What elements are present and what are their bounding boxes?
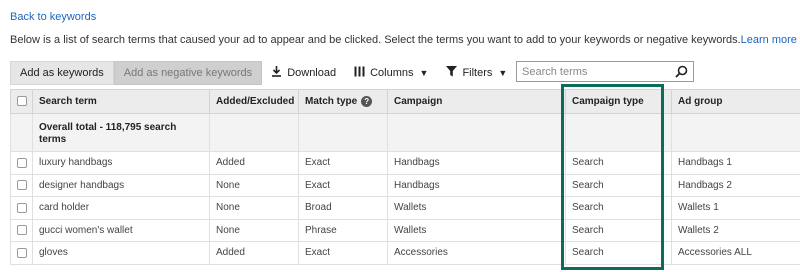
campaign-type-cell: Search — [565, 241, 672, 265]
status-cell: None — [209, 196, 299, 220]
header-match-type[interactable]: Match type? — [298, 89, 388, 114]
header-ad-group[interactable]: Ad group — [671, 89, 800, 114]
description-text: Below is a list of search terms that cau… — [10, 34, 741, 46]
add-as-negative-keywords-button[interactable]: Add as negative keywords — [113, 61, 263, 85]
page-description: Below is a list of search terms that cau… — [10, 34, 797, 46]
match-type-cell: Exact — [298, 241, 388, 265]
status-cell: Added — [209, 151, 299, 175]
campaign-type-cell: Search — [565, 173, 672, 197]
status-cell: Added — [209, 241, 299, 265]
table-header-row: Search term Added/Excluded Match type? C… — [10, 89, 800, 114]
back-to-keywords-link[interactable]: Back to keywords — [10, 11, 96, 23]
row-select-cell — [10, 151, 33, 175]
row-select-cell — [10, 196, 33, 220]
search-term-cell: gucci women's wallet — [32, 218, 210, 242]
filters-button[interactable]: Filters ▼ — [437, 61, 516, 85]
ad-group-cell: Accessories ALL — [671, 241, 800, 265]
ad-group-cell: Handbags 2 — [671, 173, 800, 197]
total-empty-cell — [10, 113, 33, 152]
filter-icon — [446, 66, 458, 80]
search-icon[interactable] — [675, 65, 688, 78]
ad-group-cell: Handbags 1 — [671, 151, 800, 175]
campaign-cell: Accessories — [387, 241, 566, 265]
search-term-cell: luxury handbags — [32, 151, 210, 175]
row-checkbox[interactable] — [17, 157, 27, 168]
match-type-cell: Exact — [298, 173, 388, 197]
campaign-cell: Wallets — [387, 218, 566, 242]
campaign-type-cell: Search — [565, 151, 672, 175]
row-checkbox[interactable] — [17, 247, 27, 258]
columns-button[interactable]: Columns ▼ — [345, 61, 437, 85]
campaign-type-cell: Search — [565, 196, 672, 220]
search-term-cell: gloves — [32, 241, 210, 265]
header-campaign[interactable]: Campaign — [387, 89, 566, 114]
header-added-excluded[interactable]: Added/Excluded — [209, 89, 299, 114]
row-checkbox[interactable] — [17, 225, 27, 236]
ad-group-cell: Wallets 1 — [671, 196, 800, 220]
row-select-cell — [10, 218, 33, 242]
header-search-term[interactable]: Search term — [32, 89, 210, 114]
status-cell: None — [209, 218, 299, 242]
row-select-cell — [10, 173, 33, 197]
match-type-cell: Phrase — [298, 218, 388, 242]
campaign-type-cell: Search — [565, 218, 672, 242]
download-button[interactable]: Download — [262, 61, 345, 85]
table-row: gucci women's wallet None Phrase Wallets… — [10, 218, 800, 242]
overall-total-row: Overall total - 118,795 search terms — [10, 113, 800, 152]
match-type-cell: Exact — [298, 151, 388, 175]
row-checkbox[interactable] — [17, 180, 27, 191]
table-row: gloves Added Exact Accessories Search Ac… — [10, 241, 800, 265]
add-as-keywords-button[interactable]: Add as keywords — [10, 61, 114, 85]
match-type-cell: Broad — [298, 196, 388, 220]
row-checkbox[interactable] — [17, 202, 27, 213]
filters-label: Filters — [462, 67, 493, 79]
search-terms-box — [516, 61, 694, 82]
search-term-cell: designer handbags — [32, 173, 210, 197]
table-row: designer handbags None Exact Handbags Se… — [10, 173, 800, 197]
table-row: luxury handbags Added Exact Handbags Sea… — [10, 151, 800, 175]
chevron-down-icon: ▼ — [498, 68, 508, 78]
select-all-cell — [10, 89, 33, 114]
learn-more-link[interactable]: Learn more — [741, 34, 797, 46]
search-terms-input[interactable] — [522, 65, 672, 78]
match-type-label: Match type — [305, 96, 358, 108]
chevron-down-icon: ▼ — [419, 68, 429, 78]
overall-total-label: Overall total - 118,795 search terms — [32, 113, 210, 152]
download-label: Download — [287, 67, 337, 79]
toolbar: Add as keywords Add as negative keywords… — [10, 60, 800, 86]
row-select-cell — [10, 241, 33, 265]
header-campaign-type[interactable]: Campaign type — [565, 89, 672, 114]
campaign-cell: Wallets — [387, 196, 566, 220]
help-icon[interactable]: ? — [361, 95, 373, 107]
select-all-checkbox[interactable] — [17, 96, 27, 107]
campaign-cell: Handbags — [387, 173, 566, 197]
campaign-cell: Handbags — [387, 151, 566, 175]
table-row: card holder None Broad Wallets Search Wa… — [10, 196, 800, 220]
columns-icon — [354, 66, 365, 80]
status-cell: None — [209, 173, 299, 197]
columns-label: Columns — [370, 67, 414, 79]
download-icon — [271, 66, 282, 80]
ad-group-cell: Wallets 2 — [671, 218, 800, 242]
search-terms-table: Search term Added/Excluded Match type? C… — [10, 89, 800, 265]
search-term-cell: card holder — [32, 196, 210, 220]
